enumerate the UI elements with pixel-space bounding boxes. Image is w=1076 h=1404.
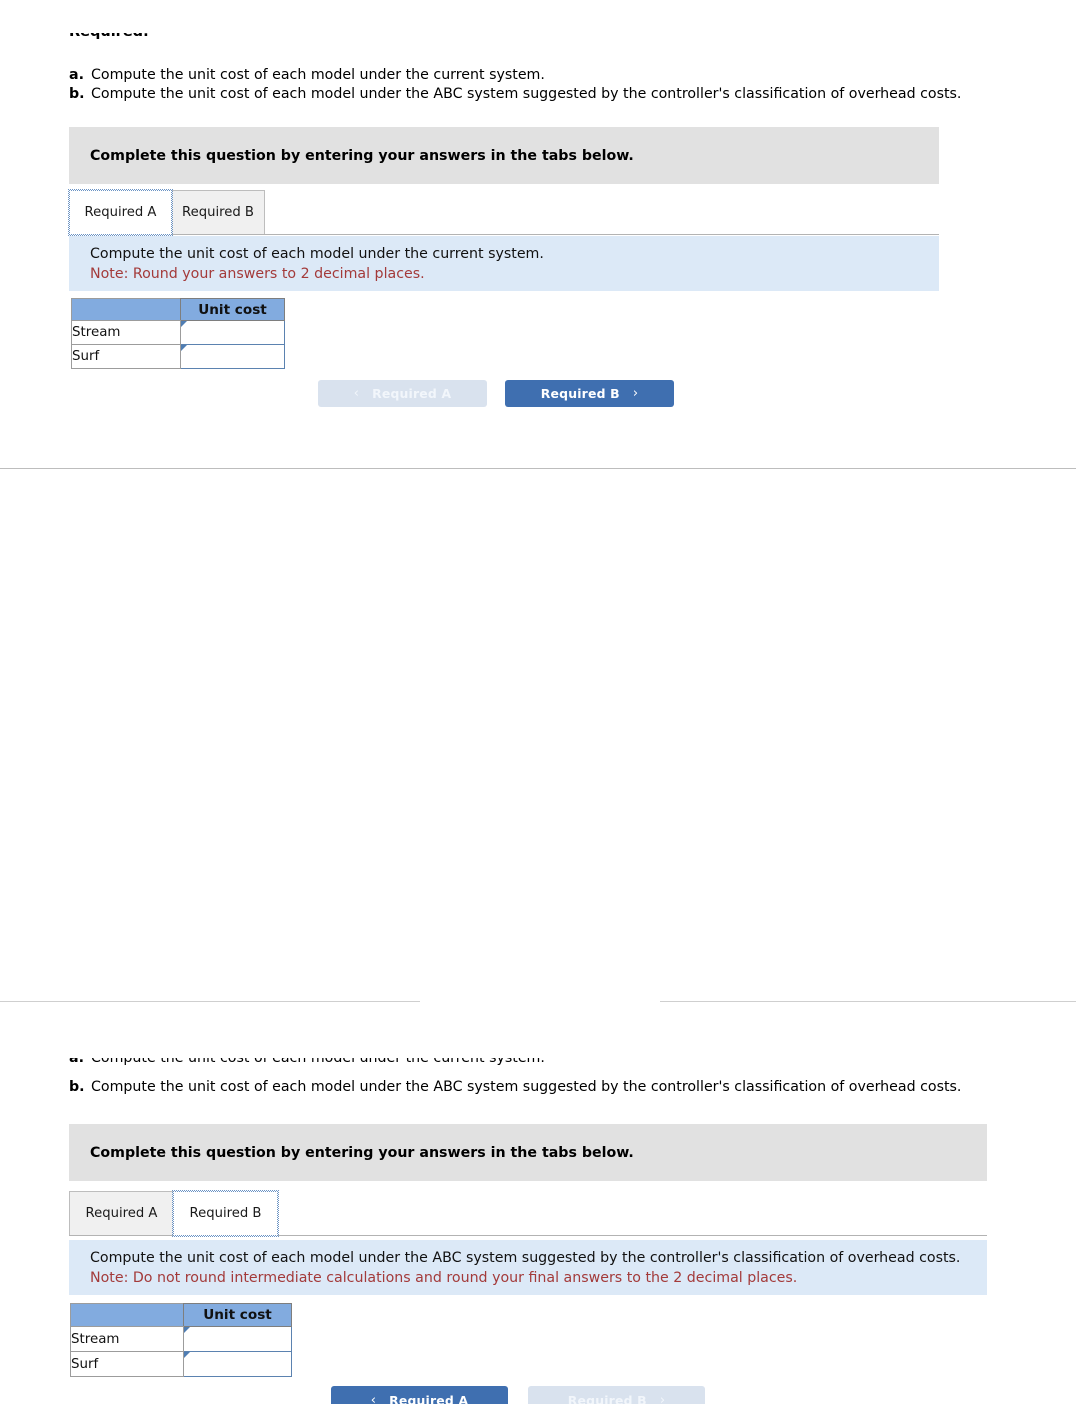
requirement-text-b: Compute the unit cost of each model unde… [91, 86, 962, 102]
row-label-stream: Stream [71, 320, 181, 345]
row-label-surf: Surf [70, 1351, 184, 1377]
page-divider-1 [0, 468, 1076, 469]
required-heading-text: Required: [69, 33, 269, 42]
instruction-banner-text: Complete this question by entering your … [90, 147, 634, 164]
table-row: Surf [71, 344, 285, 369]
prompt-box-bottom: Compute the unit cost of each model unde… [69, 1240, 987, 1295]
tab-required-b-top[interactable]: Required B [171, 190, 265, 235]
unit-cost-input-stream[interactable] [184, 1327, 291, 1351]
table-row: Stream [70, 1326, 292, 1352]
tab-required-b-label: Required B [182, 204, 254, 220]
tab-required-a-label: Required A [85, 1205, 158, 1221]
requirement-marker-a: a. [69, 67, 84, 83]
cell-corner-marker-icon [184, 1352, 190, 1358]
chevron-right-icon: › [659, 1392, 666, 1404]
next-required-b-button-bottom[interactable]: Required B › [528, 1386, 705, 1404]
input-cell-stream[interactable] [183, 1326, 292, 1352]
tab-required-b-label: Required B [189, 1205, 262, 1221]
nav-button-row-top: ‹ Required A Required B › [0, 380, 1076, 408]
page-divider-2-left [0, 1001, 420, 1002]
tab-required-a-top[interactable]: Required A [68, 189, 173, 236]
next-required-b-button-top[interactable]: Required B › [505, 380, 674, 407]
table-header-unit-cost: Unit cost [183, 1303, 292, 1327]
row-label-stream: Stream [70, 1326, 184, 1352]
input-cell-surf[interactable] [183, 1351, 292, 1377]
tabstrip-underline [69, 234, 939, 235]
requirements-list-top: a. Compute the unit cost of each model u… [69, 66, 989, 104]
instruction-banner-text: Complete this question by entering your … [90, 1144, 634, 1161]
instruction-banner-top: Complete this question by entering your … [69, 127, 939, 184]
prompt-instruction-bottom: Compute the unit cost of each model unde… [90, 1250, 961, 1266]
requirement-item-b-bottom: b. Compute the unit cost of each model u… [69, 1078, 1029, 1097]
requirement-item-a-clipped: a. Compute the unit cost of each model u… [69, 1058, 989, 1068]
prompt-instruction-top: Compute the unit cost of each model unde… [90, 246, 544, 262]
nav-button-row-bottom: ‹ Required A Required B › [0, 1386, 1076, 1404]
chevron-right-icon: › [632, 386, 639, 401]
table-header-blank [71, 298, 181, 321]
input-cell-stream[interactable] [180, 320, 285, 345]
prev-required-a-button-bottom[interactable]: ‹ Required A [331, 1386, 508, 1404]
prompt-note-bottom: Note: Do not round intermediate calculat… [90, 1270, 798, 1286]
chevron-left-icon: ‹ [370, 1392, 377, 1404]
row-label-surf: Surf [71, 344, 181, 369]
requirement-text-a: Compute the unit cost of each model unde… [91, 1058, 545, 1066]
prev-required-a-button-top[interactable]: ‹ Required A [318, 380, 487, 407]
table-row: Surf [70, 1351, 292, 1377]
unit-cost-input-surf[interactable] [184, 1352, 291, 1376]
tabstrip-top: Required A Required B [68, 189, 939, 236]
requirement-item-a: a. Compute the unit cost of each model u… [69, 1058, 989, 1068]
next-button-label: Required B [567, 1392, 647, 1404]
prompt-note-top: Note: Round your answers to 2 decimal pl… [90, 266, 425, 282]
requirement-marker-b: b. [69, 1079, 85, 1095]
next-button-label: Required B [540, 386, 620, 401]
answer-table-bottom: Unit cost Stream Surf [70, 1303, 292, 1377]
requirement-text-b: Compute the unit cost of each model unde… [91, 1079, 962, 1095]
page-divider-2-right [660, 1001, 1076, 1002]
tab-required-b-bottom[interactable]: Required B [172, 1190, 279, 1237]
cell-corner-marker-icon [181, 345, 187, 351]
requirement-text-a: Compute the unit cost of each model unde… [91, 67, 545, 83]
table-header-unit-cost: Unit cost [180, 298, 285, 321]
required-heading-clipped: Required: [69, 33, 269, 42]
requirement-item-b: b. Compute the unit cost of each model u… [69, 85, 989, 104]
cell-corner-marker-icon [184, 1327, 190, 1333]
tab-required-a-label: Required A [84, 204, 157, 220]
prompt-box-top: Compute the unit cost of each model unde… [69, 236, 939, 291]
prev-button-label: Required A [389, 1392, 469, 1404]
input-cell-surf[interactable] [180, 344, 285, 369]
tab-required-a-bottom[interactable]: Required A [69, 1191, 174, 1236]
unit-cost-input-surf[interactable] [181, 345, 284, 368]
requirement-item-a: a. Compute the unit cost of each model u… [69, 66, 989, 85]
table-header-row: Unit cost [70, 1303, 292, 1327]
requirement-marker-a: a. [69, 1058, 84, 1066]
cell-corner-marker-icon [181, 321, 187, 327]
chevron-left-icon: ‹ [353, 386, 360, 401]
table-header-row: Unit cost [71, 298, 285, 321]
answer-table-top: Unit cost Stream Surf [71, 298, 285, 369]
table-row: Stream [71, 320, 285, 345]
unit-cost-input-stream[interactable] [181, 321, 284, 344]
prev-button-label: Required A [372, 386, 452, 401]
requirement-marker-b: b. [69, 86, 85, 102]
tabstrip-bottom: Required A Required B [69, 1190, 987, 1237]
instruction-banner-bottom: Complete this question by entering your … [69, 1124, 987, 1181]
table-header-blank [70, 1303, 184, 1327]
